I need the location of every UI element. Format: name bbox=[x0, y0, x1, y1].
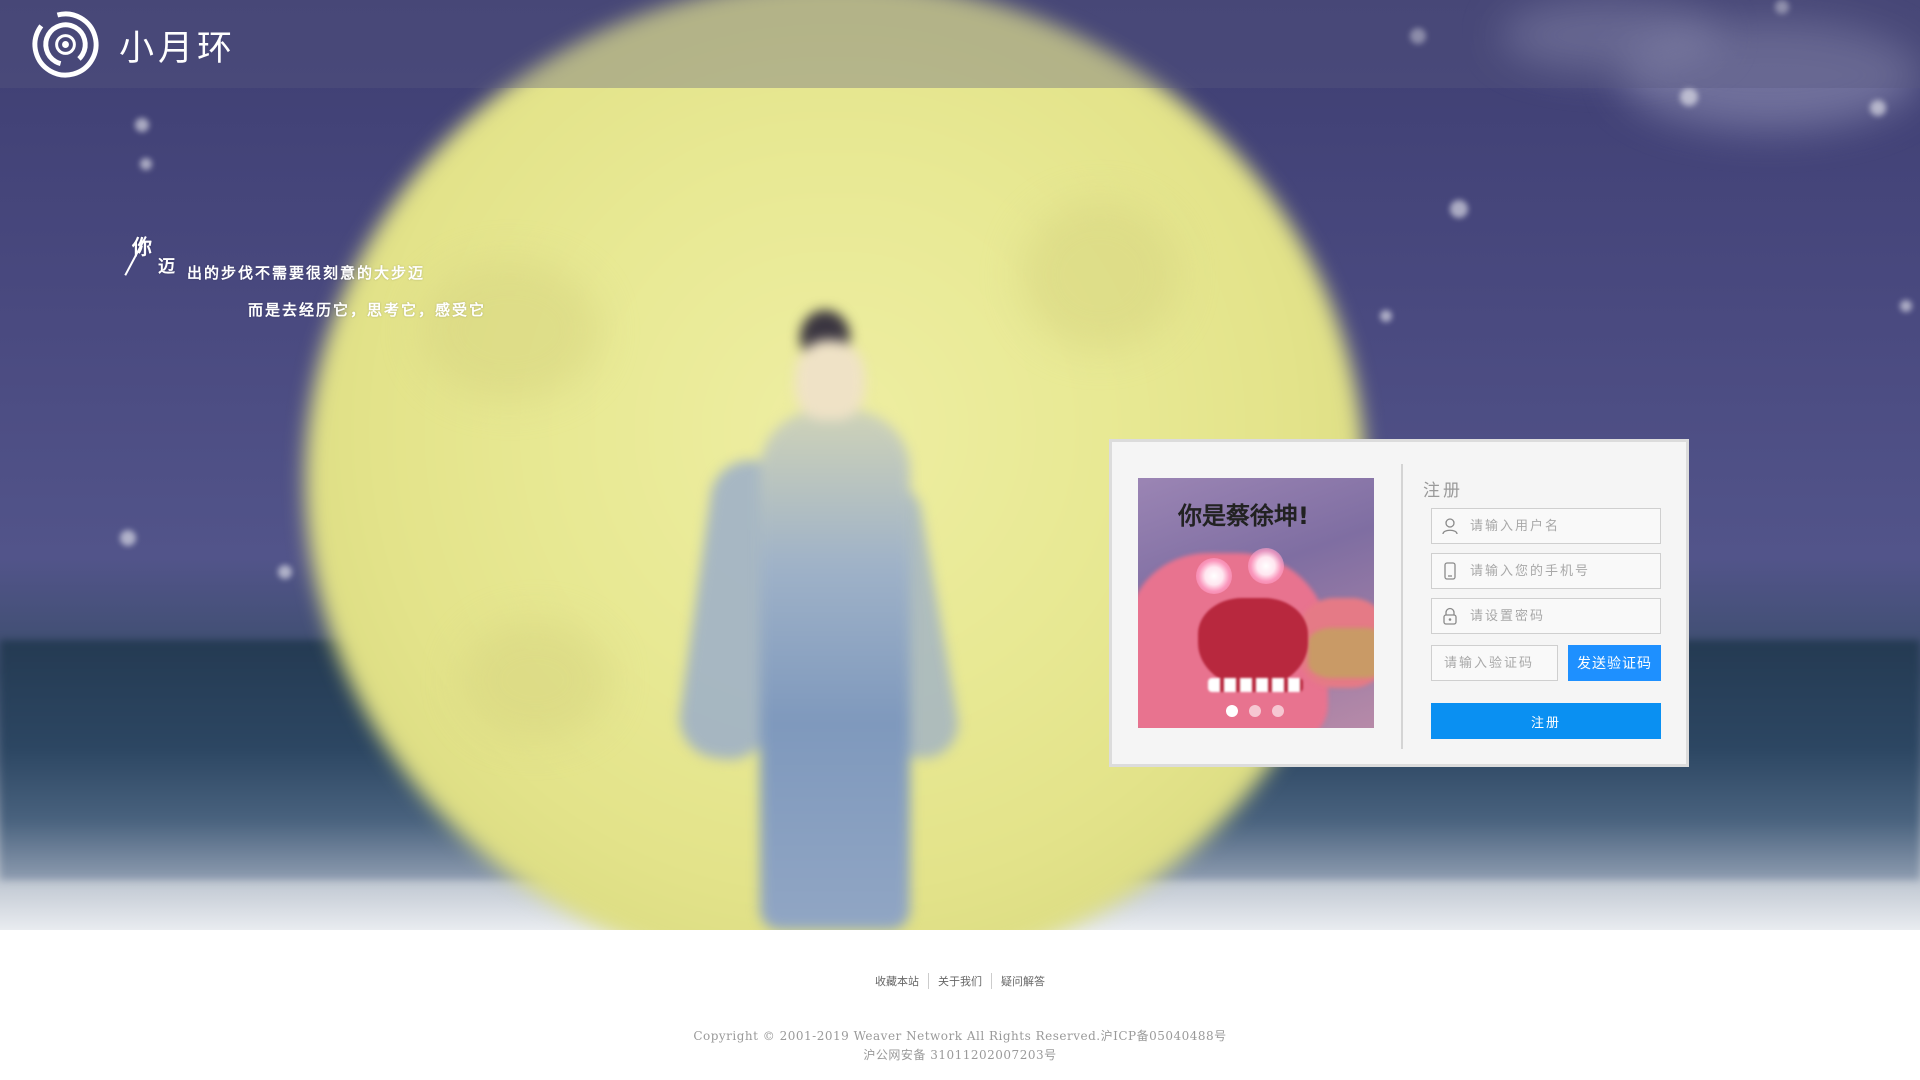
site-name[interactable]: 小月环 bbox=[119, 20, 236, 71]
password-input[interactable] bbox=[1468, 599, 1656, 633]
slogan-line-1: 出的步伐不需要很刻意的大步迈 bbox=[187, 264, 426, 282]
code-input[interactable] bbox=[1442, 646, 1554, 680]
username-input[interactable] bbox=[1468, 509, 1656, 543]
footer-link-bookmark[interactable]: 收藏本站 bbox=[866, 973, 928, 989]
code-field bbox=[1431, 645, 1558, 681]
moon-ring-logo-icon[interactable] bbox=[30, 9, 101, 80]
carousel-dots bbox=[1226, 705, 1284, 717]
card-divider bbox=[1401, 464, 1403, 749]
beian-text: 沪公网安备 31011202007203号 bbox=[863, 1048, 1057, 1062]
form-title: 注册 bbox=[1423, 481, 1463, 501]
footer-link-about[interactable]: 关于我们 bbox=[929, 973, 991, 989]
carousel-caption: 你是蔡徐坤! bbox=[1178, 502, 1309, 530]
user-icon bbox=[1442, 518, 1458, 535]
footer-links: 收藏本站 关于我们 疑问解答 bbox=[0, 973, 1920, 989]
phone-field bbox=[1431, 553, 1661, 589]
password-field bbox=[1431, 598, 1661, 634]
footer-link-faq[interactable]: 疑问解答 bbox=[992, 973, 1054, 989]
slogan-char-mai: 迈 bbox=[158, 257, 175, 277]
username-field bbox=[1431, 508, 1661, 544]
register-submit-button[interactable]: 注册 bbox=[1431, 703, 1661, 739]
phone-input[interactable] bbox=[1468, 554, 1656, 588]
carousel-dot-1[interactable] bbox=[1226, 705, 1238, 717]
slogan-line-2: 而是去经历它，思考它，感受它 bbox=[248, 301, 487, 319]
carousel-dot-3[interactable] bbox=[1272, 705, 1284, 717]
image-carousel[interactable]: 你是蔡徐坤! bbox=[1138, 478, 1374, 728]
top-header: 小月环 bbox=[0, 0, 1920, 88]
send-code-button[interactable]: 发送验证码 bbox=[1568, 645, 1661, 681]
phone-icon bbox=[1444, 562, 1456, 580]
register-card: 你是蔡徐坤! 注册 发送验证码 注册 bbox=[1109, 439, 1689, 767]
copyright-text: Copyright © 2001-2019 Weaver Network All… bbox=[693, 1029, 1227, 1043]
lock-icon bbox=[1443, 607, 1457, 625]
lady-figure bbox=[674, 310, 964, 930]
carousel-dot-2[interactable] bbox=[1249, 705, 1261, 717]
